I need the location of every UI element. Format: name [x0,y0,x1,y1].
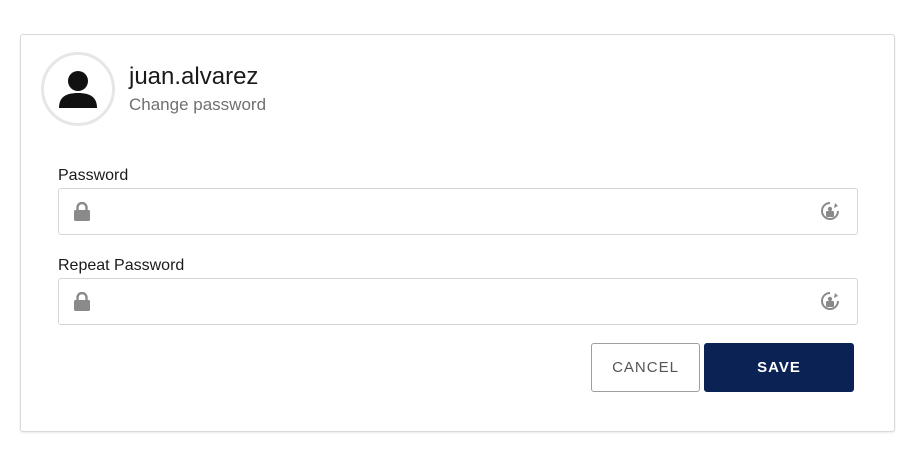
reveal-password-icon[interactable] [819,290,841,312]
repeat-password-input[interactable] [103,279,803,322]
page-subtitle: Change password [129,95,267,114]
password-label: Password [58,167,129,184]
repeat-password-label: Repeat Password [58,257,185,274]
repeat-password-field[interactable] [58,278,858,325]
save-button[interactable]: SAVE [704,343,854,392]
change-password-card: juan.alvarez Change password Password Re… [20,34,895,432]
reveal-password-icon[interactable] [819,200,841,222]
lock-icon [74,202,90,221]
password-field[interactable] [58,188,858,235]
avatar [41,52,115,126]
user-icon [59,71,97,108]
username: juan.alvarez [129,63,259,90]
cancel-button[interactable]: CANCEL [591,343,700,392]
password-input[interactable] [103,189,803,232]
lock-icon [74,292,90,311]
